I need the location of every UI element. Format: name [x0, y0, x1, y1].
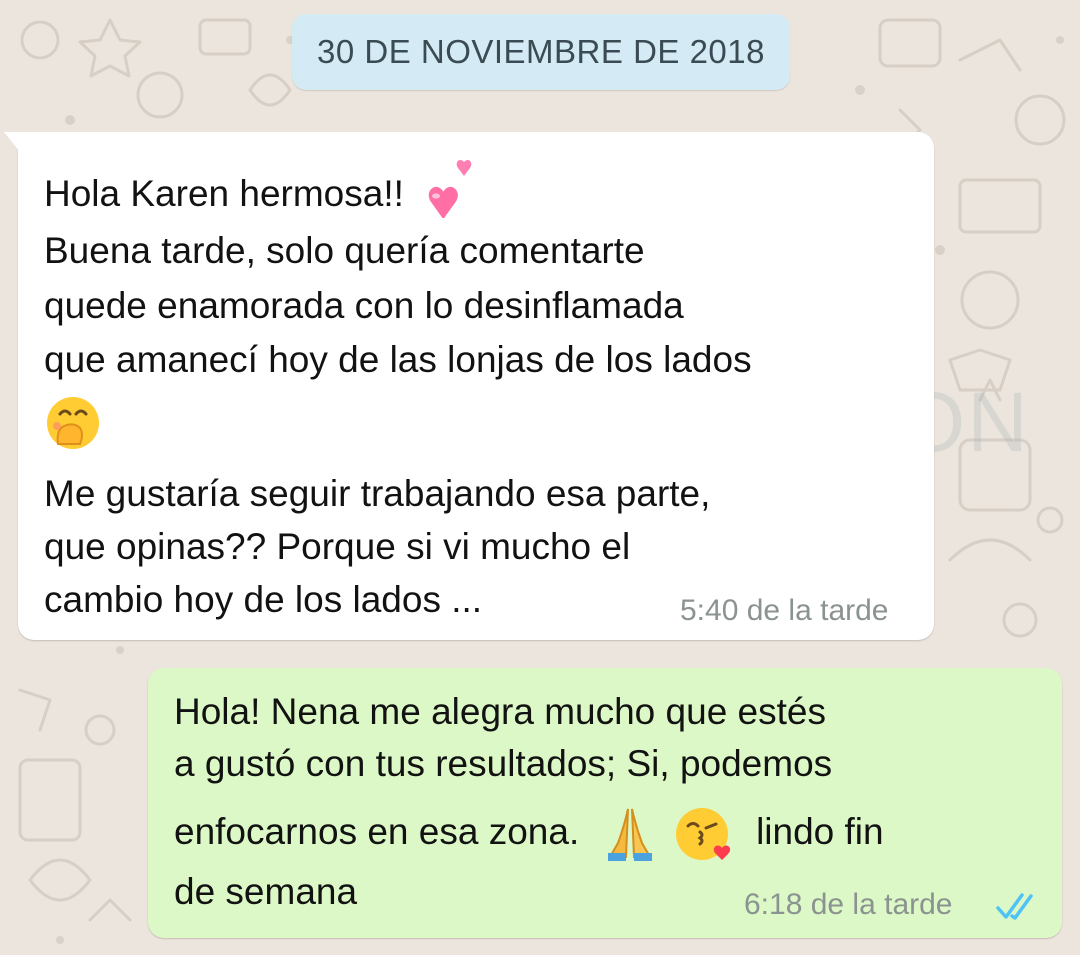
- message-line: que amanecí hoy de las lonjas de los lad…: [44, 339, 752, 380]
- message-line: Me gustaría seguir trabajando esa parte,: [44, 473, 711, 514]
- message-line: Hola Karen hermosa!!: [44, 159, 478, 226]
- message-line: cambio hoy de los lados ...: [44, 579, 483, 620]
- message-line: que opinas?? Porque si vi mucho el: [44, 526, 631, 567]
- face-blowing-kiss-emoji: [674, 804, 734, 864]
- date-separator-label: 30 DE NOVIEMBRE DE 2018: [316, 33, 765, 70]
- message-text: lindo fin: [756, 810, 884, 852]
- hand-over-mouth-emoji: [44, 394, 102, 452]
- message-timestamp: 6:18 de la tarde: [744, 888, 953, 921]
- message-line: de semana: [174, 871, 358, 912]
- message-text: Hola Karen hermosa!!: [44, 172, 404, 214]
- incoming-message-bubble[interactable]: Hola Karen hermosa!! Buena tarde, solo q…: [4, 132, 934, 640]
- message-text: enfocarnos en esa zona.: [174, 810, 580, 852]
- message-line: Hola! Nena me alegra mucho que estés: [174, 691, 826, 732]
- double-check-read-icon: [994, 892, 1046, 927]
- two-hearts-emoji: [422, 158, 478, 220]
- message-line: enfocarnos en esa zona. lindo fin: [174, 804, 884, 864]
- date-separator: 30 DE NOVIEMBRE DE 2018: [292, 14, 790, 90]
- message-line: [44, 394, 102, 452]
- message-line: quede enamorada con lo desinflamada: [44, 285, 684, 326]
- message-line: Buena tarde, solo quería comentarte: [44, 230, 645, 271]
- message-timestamp: 5:40 de la tarde: [680, 594, 889, 627]
- outgoing-message-bubble[interactable]: Hola! Nena me alegra mucho que estés a g…: [148, 668, 1062, 938]
- folded-hands-emoji: [604, 805, 656, 863]
- message-line: a gustó con tus resultados; Si, podemos: [174, 743, 833, 784]
